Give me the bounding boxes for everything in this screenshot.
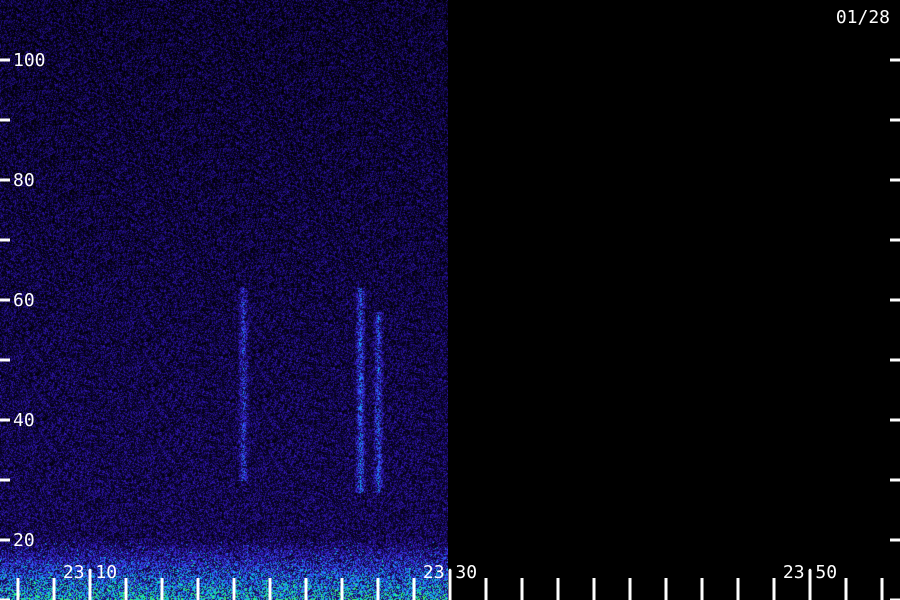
x-tick-label: 23:30 xyxy=(423,562,477,583)
y-axis-right xyxy=(890,58,900,600)
x-tick-labels: 23:10 23:30 23:50 xyxy=(63,562,837,583)
y-tick-label: 100 xyxy=(13,50,46,71)
y-tick-label: 40 xyxy=(13,410,35,431)
y-tick-labels: 100 80 60 40 20 xyxy=(13,50,46,551)
date-label: 01/28 xyxy=(836,7,890,28)
x-tick-label: 23:10 xyxy=(63,562,117,583)
y-tick-label: 60 xyxy=(13,290,35,311)
x-tick-label: 23:50 xyxy=(783,562,837,583)
y-axis-left xyxy=(0,58,10,600)
y-tick-label: 80 xyxy=(13,170,35,191)
y-tick-label: 20 xyxy=(13,530,35,551)
spectrogram-chart: 100 80 60 40 20 23:10 23:30 23:50 01/28 xyxy=(0,7,900,600)
